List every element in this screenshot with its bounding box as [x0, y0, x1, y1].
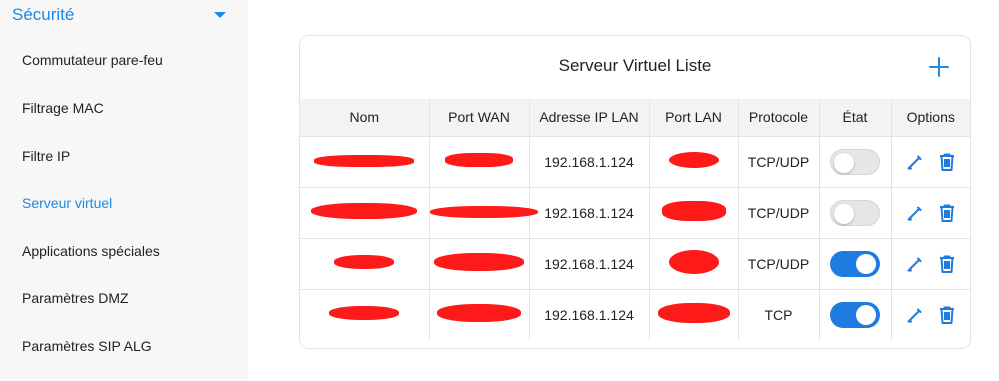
cell-protocole: TCP/UDP [737, 187, 819, 238]
table-header-row: Nom Port WAN Adresse IP LAN Port LAN Pro… [300, 99, 970, 136]
trash-icon[interactable] [938, 305, 956, 325]
cell-ip: 192.168.1.124 [528, 136, 649, 187]
table-row: 192.168.1.124 TCP [300, 289, 970, 340]
column-header-protocole: Protocole [737, 99, 819, 136]
table-row: 192.168.1.124 TCP/UDP [300, 187, 970, 238]
cell-etat [818, 289, 891, 340]
redacted-port-wan [445, 153, 513, 167]
cell-ip: 192.168.1.124 [528, 289, 649, 340]
redacted-port-lan [668, 250, 719, 274]
section-title: Sécurité [12, 5, 75, 24]
column-header-port-wan: Port WAN [428, 99, 529, 136]
cell-etat [818, 187, 891, 238]
caret-down-icon[interactable] [214, 12, 226, 18]
toggle-knob [834, 203, 854, 224]
cell-port-wan [428, 238, 529, 289]
cell-protocole: TCP [737, 289, 819, 340]
redacted-port-wan [437, 304, 521, 323]
section-header-securite[interactable]: Sécurité [0, 0, 248, 32]
redacted-name [314, 154, 415, 167]
sidebar-item-parametres-dmz[interactable]: Paramètres DMZ [22, 290, 129, 306]
column-header-nom: Nom [349, 109, 380, 126]
cell-protocole: TCP/UDP [737, 136, 819, 187]
column-header-etat: État [818, 99, 891, 136]
sidebar: Sécurité Commutateur pare-feu Filtrage M… [0, 0, 248, 381]
virtual-server-table: Nom Port WAN Adresse IP LAN Port LAN Pro… [300, 99, 970, 340]
redacted-name [334, 255, 395, 269]
cell-options [890, 187, 970, 238]
redacted-name [329, 306, 400, 321]
table-row: 192.168.1.124 TCP/UDP [300, 238, 970, 289]
redacted-port-wan [429, 205, 538, 218]
edit-icon[interactable] [906, 204, 924, 222]
toggle-knob [856, 253, 876, 274]
cell-port-lan [648, 289, 738, 340]
cell-port-lan [648, 238, 738, 289]
redacted-port-lan [668, 152, 719, 168]
virtual-server-panel: Serveur Virtuel Liste Nom Port WAN Adres… [299, 35, 971, 349]
trash-icon[interactable] [938, 152, 956, 172]
column-header-port-lan: Port LAN [648, 99, 738, 136]
sidebar-item-applications-speciales[interactable]: Applications spéciales [22, 243, 160, 259]
cell-port-lan [648, 136, 738, 187]
edit-icon[interactable] [906, 306, 924, 324]
cell-port-lan [648, 187, 738, 238]
cell-nom [300, 136, 429, 187]
toggle-knob [834, 152, 854, 173]
status-toggle[interactable] [830, 199, 880, 226]
cell-ip: 192.168.1.124 [528, 187, 649, 238]
cell-ip: 192.168.1.124 [528, 238, 649, 289]
cell-options [890, 238, 970, 289]
status-toggle[interactable] [830, 250, 880, 277]
cell-options [890, 136, 970, 187]
redacted-port-lan [657, 303, 730, 324]
cell-port-wan [428, 187, 538, 238]
column-header-adresse-ip-lan: Adresse IP LAN [528, 99, 649, 136]
table-row: 192.168.1.124 TCP/UDP [300, 136, 970, 187]
panel-title: Serveur Virtuel Liste [558, 56, 712, 75]
column-header-options: Options [890, 99, 970, 136]
trash-icon[interactable] [938, 254, 956, 274]
cell-port-wan [428, 289, 529, 340]
redacted-port-wan [434, 253, 524, 271]
cell-etat [818, 136, 891, 187]
sidebar-item-serveur-virtuel[interactable]: Serveur virtuel [22, 195, 112, 211]
cell-protocole: TCP/UDP [737, 238, 819, 289]
trash-icon[interactable] [938, 203, 956, 223]
sidebar-item-filtrage-mac[interactable]: Filtrage MAC [22, 100, 104, 116]
toggle-knob [856, 304, 876, 325]
cell-options [890, 289, 970, 340]
status-toggle[interactable] [830, 148, 880, 175]
cell-nom [300, 187, 429, 238]
redacted-port-lan [661, 201, 726, 221]
plus-icon[interactable] [928, 56, 950, 78]
status-toggle[interactable] [830, 301, 880, 328]
redacted-name [311, 203, 418, 219]
sidebar-item-parametres-sip-alg[interactable]: Paramètres SIP ALG [22, 338, 152, 354]
edit-icon[interactable] [906, 153, 924, 171]
cell-port-wan [428, 136, 529, 187]
cell-nom [300, 289, 429, 340]
cell-etat [818, 238, 891, 289]
cell-nom [300, 238, 429, 289]
edit-icon[interactable] [906, 255, 924, 273]
sidebar-item-filtre-ip[interactable]: Filtre IP [22, 148, 70, 164]
sidebar-item-commutateur-pare-feu[interactable]: Commutateur pare-feu [22, 52, 163, 68]
